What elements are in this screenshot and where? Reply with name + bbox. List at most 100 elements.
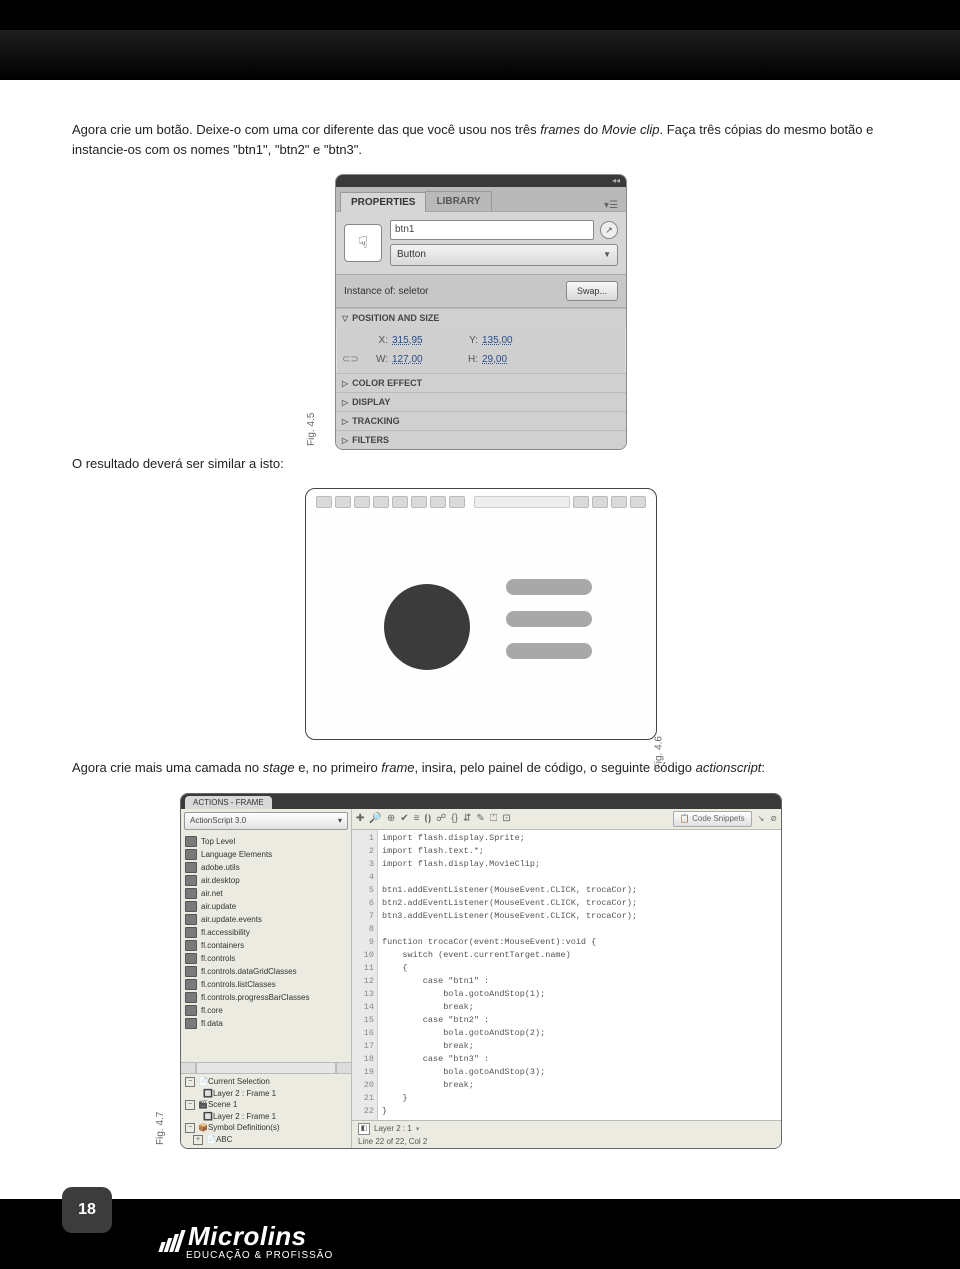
pin-label: Layer 2 : 1 bbox=[374, 1124, 412, 1133]
script-version-dropdown[interactable]: ActionScript 3.0 ▾ bbox=[184, 812, 348, 830]
show-code-hint-icon[interactable]: ⦗⦘ bbox=[424, 813, 431, 824]
section-tracking-label: TRACKING bbox=[352, 416, 400, 426]
target-icon[interactable]: ⊕ bbox=[387, 813, 395, 824]
tree-hscrollbar[interactable] bbox=[181, 1062, 351, 1073]
book-icon bbox=[185, 849, 197, 860]
instance-name-input[interactable]: btn1 bbox=[390, 220, 594, 240]
add-icon[interactable]: ✚ bbox=[356, 813, 364, 824]
nav-layer-a[interactable]: Layer 2 : Frame 1 bbox=[213, 1089, 276, 1098]
find-icon[interactable]: 🔎 bbox=[369, 813, 381, 824]
section-tracking[interactable]: ▷TRACKING bbox=[336, 412, 626, 430]
auto-format-icon[interactable]: ≡ bbox=[414, 813, 420, 824]
brand-tagline: EDUCAÇÃO & PROFISSÃO bbox=[186, 1250, 333, 1261]
expand-icon[interactable]: ⇵ bbox=[463, 813, 471, 824]
book-icon bbox=[185, 953, 197, 964]
tree-collapse-icon[interactable]: − bbox=[185, 1100, 195, 1110]
code-snippets-button[interactable]: 📋 Code Snippets bbox=[673, 811, 752, 827]
tree-collapse-icon[interactable]: − bbox=[185, 1077, 195, 1087]
tree-node[interactable]: air.desktop bbox=[181, 874, 351, 887]
tree-node[interactable]: fl.containers bbox=[181, 939, 351, 952]
figure-actions-panel: Fig. 4.7 ACTIONS - FRAME ActionScript 3.… bbox=[180, 793, 780, 1149]
tree-node[interactable]: fl.accessibility bbox=[181, 926, 351, 939]
tree-node[interactable]: Language Elements bbox=[181, 848, 351, 861]
lock-aspect-icon[interactable]: ⊂⊃ bbox=[342, 354, 362, 365]
w-value[interactable]: 127,00 bbox=[392, 354, 452, 365]
tree-node[interactable]: Top Level bbox=[181, 835, 351, 848]
instance-thumbnail: ☟ bbox=[344, 224, 382, 262]
tree-expand-icon[interactable]: + bbox=[193, 1135, 203, 1145]
stage-preview bbox=[305, 488, 657, 740]
brand-bars-icon bbox=[160, 1230, 182, 1252]
book-icon bbox=[185, 940, 197, 951]
y-value[interactable]: 135,00 bbox=[482, 335, 542, 346]
tree-node[interactable]: air.net bbox=[181, 887, 351, 900]
options-icon[interactable]: ⊡ bbox=[502, 813, 510, 824]
instance-type-dropdown[interactable]: Button ▼ bbox=[390, 244, 618, 266]
script-navigator[interactable]: −📄 Current Selection 🔲 Layer 2 : Frame 1… bbox=[181, 1073, 351, 1148]
check-syntax-icon[interactable]: ✔ bbox=[400, 813, 408, 824]
debug-options-icon[interactable]: ☍ bbox=[436, 813, 446, 824]
packages-tree[interactable]: Top LevelLanguage Elementsadobe.utilsair… bbox=[181, 833, 351, 1062]
paragraph-3: Agora crie mais uma camada no stage e, n… bbox=[72, 758, 888, 778]
nav-scene[interactable]: Scene 1 bbox=[208, 1100, 237, 1109]
book-icon bbox=[185, 1005, 197, 1016]
panel-top-strip: ◂◂ bbox=[336, 175, 626, 187]
tab-library[interactable]: LIBRARY bbox=[425, 191, 491, 211]
nav-symbol-def[interactable]: Symbol Definition(s) bbox=[208, 1123, 280, 1132]
h-value[interactable]: 29,00 bbox=[482, 354, 542, 365]
stage-toolbar-button bbox=[316, 496, 332, 508]
header-black-bar bbox=[0, 0, 960, 30]
tree-node[interactable]: air.update bbox=[181, 900, 351, 913]
tree-node[interactable]: fl.controls.dataGridClasses bbox=[181, 965, 351, 978]
section-display[interactable]: ▷DISPLAY bbox=[336, 393, 626, 411]
tree-node[interactable]: fl.controls bbox=[181, 952, 351, 965]
swap-button[interactable]: Swap... bbox=[566, 281, 618, 301]
pin-dropdown-icon[interactable]: ▾ bbox=[416, 1125, 420, 1133]
comment-icon[interactable]: ✎ bbox=[476, 813, 484, 824]
tree-node[interactable]: fl.controls.progressBarClasses bbox=[181, 991, 351, 1004]
edit-symbol-icon[interactable]: ↗ bbox=[600, 221, 618, 239]
book-icon bbox=[185, 966, 197, 977]
chevron-down-icon: ▽ bbox=[342, 314, 348, 323]
section-color-label: COLOR EFFECT bbox=[352, 378, 422, 388]
panel-tabs: PROPERTIES LIBRARY ▾☰ bbox=[336, 187, 626, 211]
chevron-down-icon: ▼ bbox=[603, 245, 611, 265]
tree-node[interactable]: fl.core bbox=[181, 1004, 351, 1017]
tree-node[interactable]: fl.controls.listClasses bbox=[181, 978, 351, 991]
caption-fig-4-6: Fig. 4.6 bbox=[653, 736, 664, 769]
stage-button-btn3 bbox=[506, 643, 592, 659]
pin-icon[interactable]: ◧ bbox=[358, 1123, 370, 1135]
section-position-and-size[interactable]: ▽ POSITION AND SIZE bbox=[336, 309, 626, 327]
instance-of-value: seletor bbox=[398, 286, 428, 297]
code-toolbar: ✚ 🔎 ⊕ ✔ ≡ ⦗⦘ ☍ {} ⇵ ✎ ⏍ bbox=[352, 809, 781, 830]
stage-toolbar-button bbox=[354, 496, 370, 508]
nav-symbol-abc[interactable]: ABC bbox=[216, 1135, 232, 1144]
help-icon[interactable]: ⊘ bbox=[770, 814, 777, 823]
x-value[interactable]: 315,95 bbox=[392, 335, 452, 346]
code-editor[interactable]: 12345678910111213141516171819202122 impo… bbox=[352, 830, 781, 1120]
nav-layer-b[interactable]: Layer 2 : Frame 1 bbox=[213, 1112, 276, 1121]
book-icon bbox=[185, 875, 197, 886]
section-color-effect[interactable]: ▷COLOR EFFECT bbox=[336, 374, 626, 392]
p3-actionscript-word: actionscript bbox=[696, 760, 762, 775]
p3-c: e, no primeiro bbox=[295, 760, 382, 775]
apply-icon[interactable]: ⏍ bbox=[490, 813, 498, 824]
tree-node[interactable]: air.update.events bbox=[181, 913, 351, 926]
brand-block: Microlins EDUCAÇÃO & PROFISSÃO bbox=[160, 1221, 333, 1261]
tree-collapse-icon[interactable]: − bbox=[185, 1123, 195, 1133]
actions-tab-label[interactable]: ACTIONS - FRAME bbox=[185, 796, 272, 809]
actions-panel: ACTIONS - FRAME ActionScript 3.0 ▾ Top L… bbox=[180, 793, 782, 1149]
book-icon bbox=[185, 927, 197, 938]
section-pos-label: POSITION AND SIZE bbox=[352, 313, 439, 323]
tree-node[interactable]: adobe.utils bbox=[181, 861, 351, 874]
stage-toolbar-button bbox=[449, 496, 465, 508]
code-source[interactable]: import flash.display.Sprite; import flas… bbox=[378, 830, 781, 1120]
book-icon bbox=[185, 836, 197, 847]
tab-properties[interactable]: PROPERTIES bbox=[340, 192, 426, 212]
panel-menu-icon[interactable]: ▾☰ bbox=[596, 200, 626, 211]
section-filters[interactable]: ▷FILTERS bbox=[336, 431, 626, 449]
brand-name: Microlins bbox=[188, 1221, 307, 1252]
tree-node[interactable]: fl.data bbox=[181, 1017, 351, 1030]
collapse-icon[interactable]: {} bbox=[451, 813, 458, 824]
script-assist-icon[interactable]: ↘ bbox=[758, 814, 765, 823]
